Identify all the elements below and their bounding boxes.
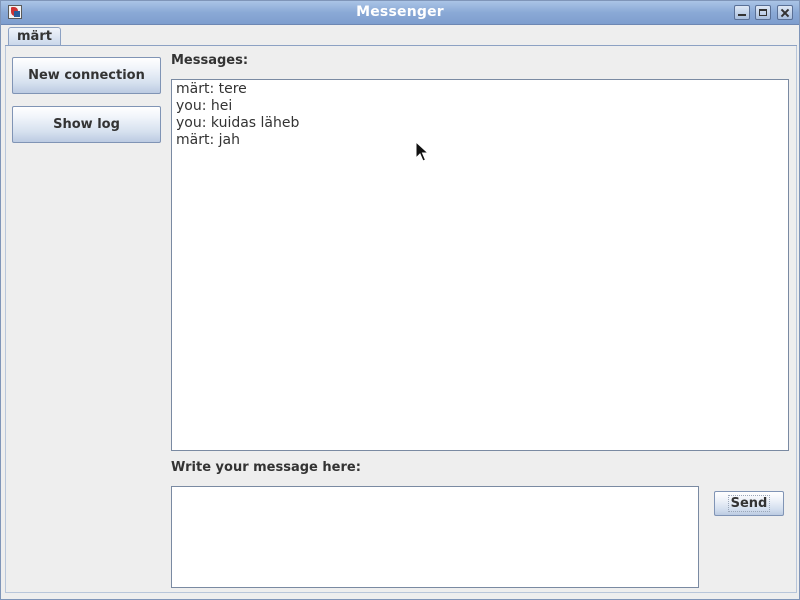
close-icon[interactable] (777, 5, 793, 20)
message-line: you: kuidas läheb (176, 115, 300, 131)
message-input[interactable] (171, 486, 699, 588)
new-connection-button[interactable]: New connection (12, 57, 161, 94)
messages-area[interactable]: märt: tere you: hei you: kuidas läheb mä… (171, 79, 789, 451)
message-line: märt: tere (176, 81, 247, 97)
send-button-label: Send (727, 495, 771, 512)
messenger-window: Messenger märt New connection Show log M… (0, 0, 800, 600)
compose-label: Write your message here: (171, 460, 361, 475)
minimize-icon[interactable] (734, 5, 750, 20)
message-line: märt: jah (176, 132, 240, 148)
tab-mart[interactable]: märt (8, 27, 61, 46)
title-bar[interactable]: Messenger (1, 1, 799, 25)
messages-label: Messages: (171, 53, 249, 68)
show-log-button[interactable]: Show log (12, 106, 161, 143)
message-line: you: hei (176, 98, 233, 114)
send-button[interactable]: Send (714, 491, 784, 516)
mouse-pointer-icon (415, 141, 429, 162)
window-title: Messenger (356, 4, 444, 20)
maximize-icon[interactable] (755, 5, 771, 20)
